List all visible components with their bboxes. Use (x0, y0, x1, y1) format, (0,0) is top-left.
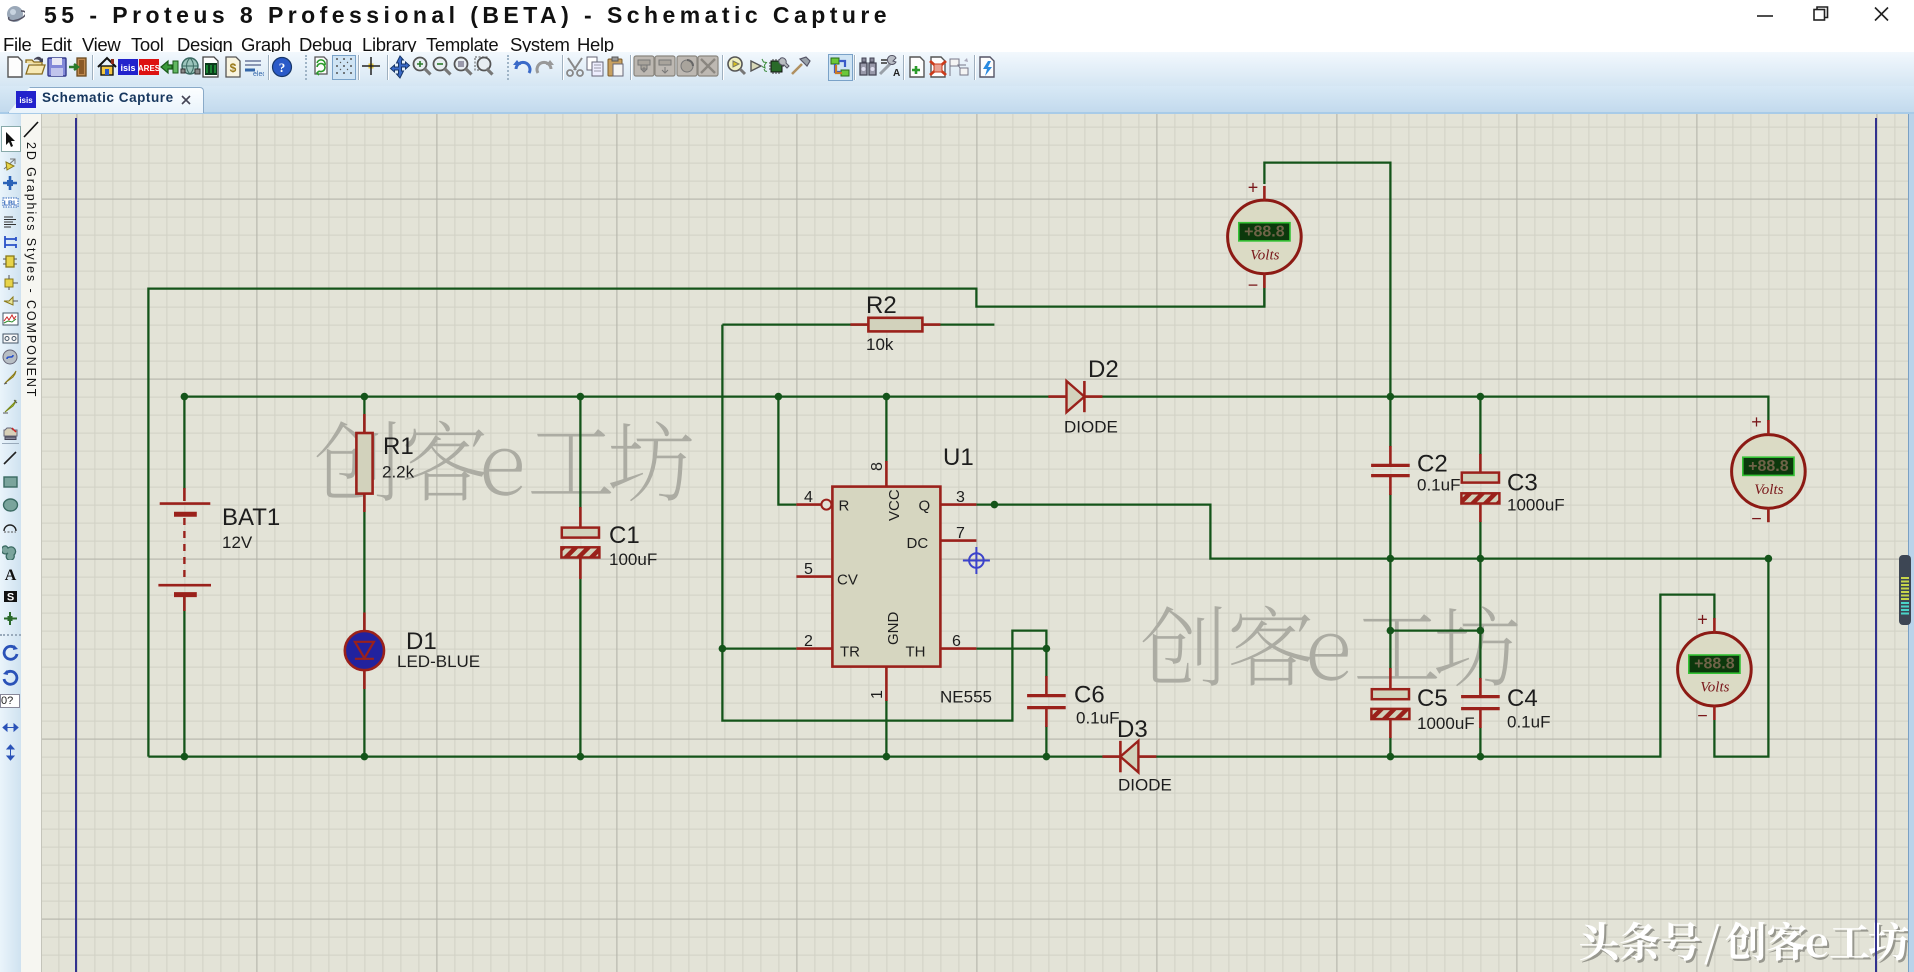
svg-text:DIODE: DIODE (1064, 418, 1118, 437)
svg-text:R1: R1 (383, 433, 414, 460)
svg-text:+88.8: +88.8 (1694, 656, 1735, 673)
svg-text:0.1uF: 0.1uF (1076, 709, 1119, 728)
svg-text:C1: C1 (609, 522, 640, 549)
svg-text:Volts: Volts (1700, 680, 1729, 696)
svg-text:+: + (1248, 178, 1259, 198)
svg-text:GND: GND (885, 612, 902, 646)
svg-text:$: $ (230, 61, 237, 75)
svg-text:C5: C5 (1417, 685, 1448, 712)
svg-text:0.1uF: 0.1uF (1417, 476, 1460, 495)
svg-text:2: 2 (804, 633, 813, 650)
svg-text:10k: 10k (866, 335, 894, 354)
svg-text:LBL: LBL (4, 201, 18, 208)
svg-text:R: R (839, 498, 850, 515)
svg-text:R2: R2 (866, 292, 897, 319)
svg-text:isis: isis (120, 63, 135, 73)
svg-text:NE555: NE555 (940, 688, 992, 707)
svg-text:A: A (893, 68, 900, 79)
svg-text:7: 7 (956, 525, 965, 542)
svg-text:BAT1: BAT1 (222, 504, 280, 531)
svg-text:−: − (1248, 275, 1259, 295)
svg-text:6: 6 (952, 633, 961, 650)
svg-text:Volts: Volts (1754, 482, 1783, 498)
svg-text:C2: C2 (1417, 451, 1448, 478)
svg-text:DIODE: DIODE (1118, 776, 1172, 795)
svg-text:+88.8: +88.8 (1748, 458, 1789, 475)
svg-text:DC: DC (907, 535, 929, 552)
svg-text:12V: 12V (222, 533, 253, 552)
svg-text:VCC: VCC (886, 489, 903, 521)
svg-text:8: 8 (869, 462, 886, 471)
svg-text:elec: elec (253, 71, 264, 78)
svg-text:isis: isis (19, 96, 33, 105)
svg-text:?: ? (279, 60, 286, 75)
svg-text:CV: CV (837, 572, 858, 589)
svg-text:100uF: 100uF (609, 550, 657, 569)
svg-text:D3: D3 (1117, 716, 1148, 743)
svg-text:3: 3 (956, 489, 965, 506)
svg-text:U1: U1 (943, 444, 974, 471)
svg-text:−: − (1697, 706, 1708, 726)
svg-text:5: 5 (804, 561, 813, 578)
svg-text:1000uF: 1000uF (1417, 714, 1475, 733)
svg-text:−: − (1751, 509, 1762, 529)
svg-text:C6: C6 (1074, 682, 1105, 709)
svg-text:+: + (1697, 610, 1708, 630)
svg-text:0.1uF: 0.1uF (1507, 713, 1550, 732)
svg-text:D2: D2 (1088, 356, 1119, 383)
svg-text:TR: TR (840, 644, 860, 661)
svg-text:1: 1 (869, 690, 886, 699)
svg-text:D1: D1 (406, 628, 437, 655)
svg-text:Q: Q (919, 498, 931, 515)
svg-text:C4: C4 (1507, 685, 1538, 712)
svg-text:LED-BLUE: LED-BLUE (397, 652, 480, 671)
svg-text:2.2k: 2.2k (382, 463, 415, 482)
svg-text:TH: TH (906, 644, 926, 661)
svg-text:ARES: ARES (138, 64, 160, 73)
svg-text:+88.8: +88.8 (1244, 223, 1285, 240)
svg-text:4: 4 (804, 489, 813, 506)
svg-text:A: A (5, 567, 17, 583)
svg-text:S: S (7, 592, 14, 604)
svg-text:Volts: Volts (1250, 247, 1279, 263)
svg-text:C3: C3 (1507, 470, 1538, 497)
svg-text:+: + (1751, 412, 1762, 432)
svg-text:1000uF: 1000uF (1507, 496, 1565, 515)
